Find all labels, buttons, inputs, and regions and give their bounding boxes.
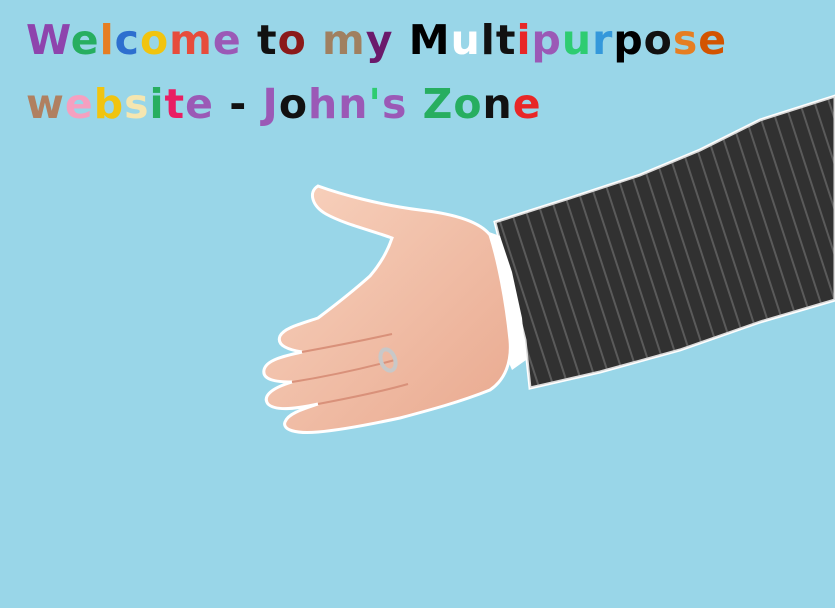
handshake-hand-image: [262, 94, 835, 434]
hand: [262, 184, 512, 434]
page: Welcome to my Multipurpose website - Joh…: [0, 0, 835, 608]
